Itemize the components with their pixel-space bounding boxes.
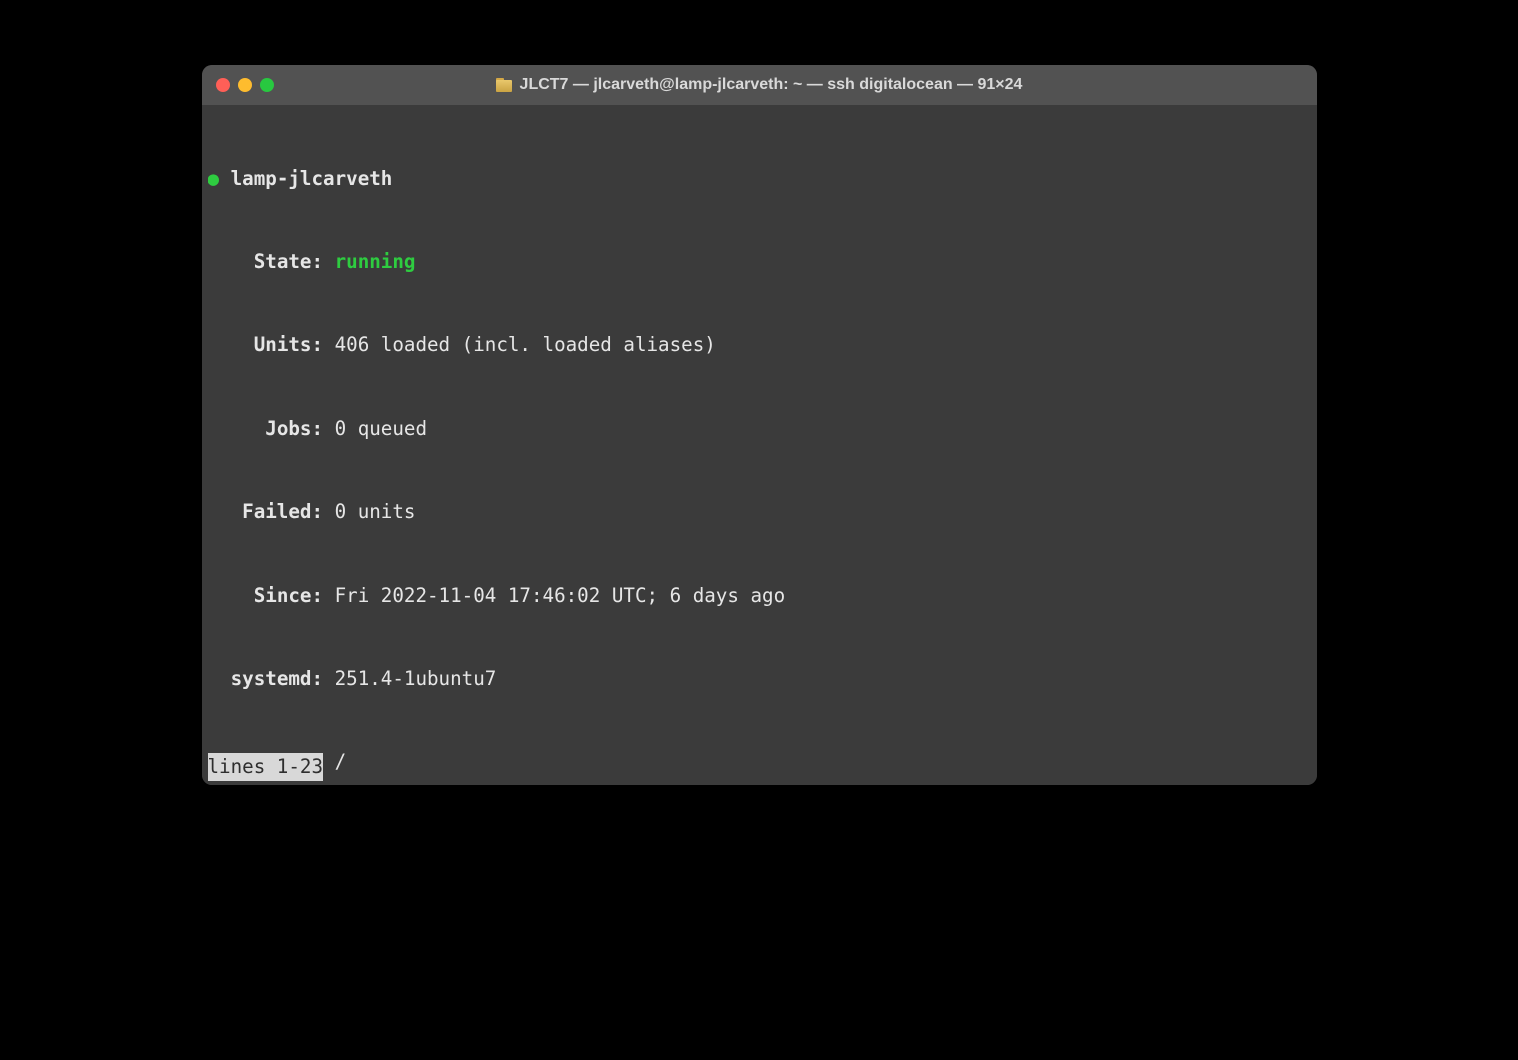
state-value: running xyxy=(335,250,416,273)
status-line-host: ● lamp-jlcarveth xyxy=(208,165,1311,193)
status-line-failed: Failed: 0 units xyxy=(208,498,1311,526)
titlebar[interactable]: JLCT7 — jlcarveth@lamp-jlcarveth: ~ — ss… xyxy=(202,65,1317,105)
hostname: lamp-jlcarveth xyxy=(231,167,393,190)
close-button[interactable] xyxy=(216,78,230,92)
status-line-cgroup: CGroup: / xyxy=(208,748,1311,776)
title-wrap: JLCT7 — jlcarveth@lamp-jlcarveth: ~ — ss… xyxy=(202,76,1317,94)
status-line-systemd: systemd: 251.4-1ubuntu7 xyxy=(208,665,1311,693)
minimize-button[interactable] xyxy=(238,78,252,92)
status-line-jobs: Jobs: 0 queued xyxy=(208,415,1311,443)
status-line-units: Units: 406 loaded (incl. loaded aliases) xyxy=(208,331,1311,359)
status-bullet-icon: ● xyxy=(208,167,220,190)
folder-icon xyxy=(496,78,512,92)
status-line-since: Since: Fri 2022-11-04 17:46:02 UTC; 6 da… xyxy=(208,582,1311,610)
pager-status: lines 1-23 xyxy=(208,753,324,781)
zoom-button[interactable] xyxy=(260,78,274,92)
terminal-content[interactable]: ● lamp-jlcarveth State: running Units: 4… xyxy=(202,105,1317,785)
traffic-lights xyxy=(216,78,274,92)
terminal-window: JLCT7 — jlcarveth@lamp-jlcarveth: ~ — ss… xyxy=(202,65,1317,785)
window-title: JLCT7 — jlcarveth@lamp-jlcarveth: ~ — ss… xyxy=(520,76,1023,94)
status-line-state: State: running xyxy=(208,248,1311,276)
